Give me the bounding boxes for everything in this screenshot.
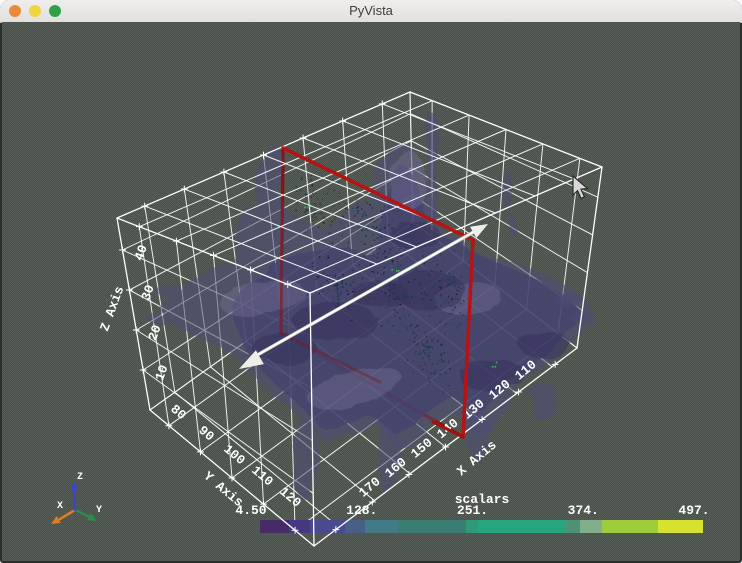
orientation-axes-widget[interactable]: X Y Z — [51, 472, 102, 524]
svg-text:497.: 497. — [678, 503, 709, 518]
svg-text:100: 100 — [220, 442, 248, 469]
svg-text:X: X — [57, 501, 63, 512]
scalar-bar-segment — [478, 520, 565, 533]
svg-text:374.: 374. — [568, 503, 599, 518]
scalar-bar-segment — [398, 520, 466, 533]
svg-text:30: 30 — [138, 283, 157, 303]
scalar-bar-segment — [658, 520, 703, 533]
pyvista-window: PyVista scalars4.50128.251.374.497.10203… — [0, 0, 742, 563]
svg-text:Y Axis: Y Axis — [200, 469, 246, 511]
svg-text:40: 40 — [131, 243, 150, 263]
svg-text:20: 20 — [145, 323, 164, 343]
svg-text:10: 10 — [152, 363, 171, 383]
svg-text:251.: 251. — [457, 503, 488, 518]
svg-text:Z: Z — [77, 472, 83, 483]
render-viewport[interactable]: scalars4.50128.251.374.497.10203040Z Axi… — [2, 22, 740, 561]
svg-text:80: 80 — [167, 402, 189, 424]
window-title: PyVista — [349, 3, 393, 18]
scalar-bar-segment — [602, 520, 658, 533]
scalar-bar-segment — [580, 520, 602, 533]
svg-text:110: 110 — [248, 463, 276, 490]
scalar-bar-segment — [289, 520, 310, 533]
scalar-bar-segment — [345, 520, 365, 533]
scalar-bar-segment — [466, 520, 478, 533]
svg-text:Y: Y — [96, 505, 102, 516]
svg-text:Z Axis: Z Axis — [97, 284, 127, 333]
svg-text:90: 90 — [195, 423, 217, 445]
scalar-bar-segment — [365, 520, 398, 533]
title-bar[interactable]: PyVista — [0, 0, 742, 23]
scalar-bar-segment — [565, 520, 580, 533]
